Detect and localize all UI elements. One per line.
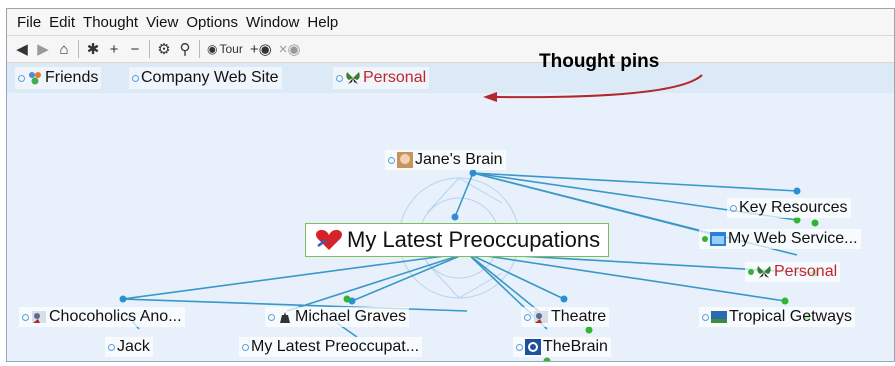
pin-label: Friends xyxy=(45,69,99,86)
thought-pins-callout: Thought pins xyxy=(539,51,660,72)
parent-thought-janes-brain[interactable]: Jane's Brain xyxy=(385,150,506,170)
toolbar-divider xyxy=(149,40,150,58)
butterfly-icon xyxy=(346,72,360,84)
thought-ring-icon xyxy=(268,313,275,321)
people-icon xyxy=(32,311,46,323)
kettle-icon xyxy=(280,312,290,323)
child-thought-michael-graves[interactable]: Michael Graves xyxy=(265,307,410,327)
pin-label: Company Web Site xyxy=(141,69,279,86)
pin-personal[interactable]: Personal xyxy=(333,67,430,89)
thought-label: Theatre xyxy=(551,308,607,325)
back-icon[interactable]: ◀ xyxy=(15,39,29,59)
pin-ring-icon xyxy=(336,74,343,82)
jump-thought-personal[interactable]: Personal xyxy=(745,262,841,282)
toolbar-divider xyxy=(199,40,200,58)
thought-label: Key Resources xyxy=(739,199,848,216)
thought-label: Chocoholics Ano... xyxy=(49,308,182,325)
thought-label: Tropical Getways xyxy=(729,308,852,325)
network-icon[interactable]: ⚙ xyxy=(157,39,171,59)
people-icon xyxy=(534,311,548,323)
thought-dot-icon xyxy=(702,236,708,242)
heart-icon xyxy=(316,229,342,250)
pin-ring-icon xyxy=(18,74,25,82)
child-thought-thebrain[interactable]: TheBrain xyxy=(513,337,611,357)
thought-label: My Web Service... xyxy=(728,230,858,247)
remove-icon[interactable]: − xyxy=(128,39,142,59)
thought-label: My Latest Preoccupat... xyxy=(251,338,420,355)
toolbar-divider xyxy=(78,40,79,58)
menu-bar: File Edit Thought View Options Window He… xyxy=(7,9,894,36)
child-thought-my-latest-preoccupat[interactable]: My Latest Preoccupat... xyxy=(239,337,423,357)
pin-friends[interactable]: Friends xyxy=(15,67,102,89)
jump-thought-my-web-service[interactable]: My Web Service... xyxy=(699,229,861,249)
thought-ring-icon xyxy=(702,313,709,321)
add-icon[interactable]: + xyxy=(107,39,121,59)
photo-icon xyxy=(711,311,727,323)
pins-bar: Friends Company Web Site Personal xyxy=(7,63,894,93)
plex-view: Jane's Brain My Latest Preoccupations Ke… xyxy=(7,93,894,361)
web-icon xyxy=(710,232,726,246)
menu-view[interactable]: View xyxy=(146,14,178,31)
child-thought-theatre[interactable]: Theatre xyxy=(521,307,610,327)
thought-label: TheBrain xyxy=(543,338,608,355)
tour-icon: ◉ xyxy=(207,42,218,56)
thought-dot-icon xyxy=(748,269,754,275)
thought-ring-icon xyxy=(388,156,395,164)
face-photo-icon xyxy=(397,152,413,168)
pin-company-web-site[interactable]: Company Web Site xyxy=(129,67,282,89)
remove-pin-icon[interactable]: ×◉ xyxy=(279,39,301,59)
active-thought[interactable]: My Latest Preoccupations xyxy=(305,223,610,257)
active-thought-label: My Latest Preoccupations xyxy=(347,227,601,252)
forward-icon[interactable]: ▶ xyxy=(36,39,50,59)
search-icon[interactable]: ⚲ xyxy=(178,39,192,59)
jump-thought-key-resources[interactable]: Key Resources xyxy=(727,198,851,218)
pin-label: Personal xyxy=(363,69,427,86)
thought-ring-icon xyxy=(516,343,523,351)
thought-ring-icon xyxy=(524,313,531,321)
butterfly-icon xyxy=(757,266,771,278)
menu-edit[interactable]: Edit xyxy=(49,14,75,31)
child-thought-tropical-getways[interactable]: Tropical Getways xyxy=(699,307,855,327)
brain-logo-icon xyxy=(525,339,541,355)
people-icon xyxy=(29,72,41,85)
home-icon[interactable]: ⌂ xyxy=(57,39,71,59)
new-thought-icon[interactable]: ✱ xyxy=(86,39,100,59)
pin-ring-icon xyxy=(132,74,139,82)
toolbar: ◀ ▶ ⌂ ✱ + − ⚙ ⚲ ◉ Tour +◉ ×◉ xyxy=(7,36,894,63)
menu-window[interactable]: Window xyxy=(246,14,299,31)
thought-label: Jack xyxy=(117,338,150,355)
menu-options[interactable]: Options xyxy=(186,14,238,31)
thought-ring-icon xyxy=(22,313,29,321)
tour-label: Tour xyxy=(219,42,243,56)
thought-label: Jane's Brain xyxy=(415,151,503,168)
menu-file[interactable]: File xyxy=(17,14,41,31)
tour-button[interactable]: ◉ Tour xyxy=(207,39,243,59)
add-pin-icon[interactable]: +◉ xyxy=(250,39,272,59)
menu-thought[interactable]: Thought xyxy=(83,14,138,31)
thought-ring-icon xyxy=(242,343,249,351)
thought-ring-icon xyxy=(730,204,737,212)
thought-label: Personal xyxy=(774,263,838,280)
child-thought-jack[interactable]: Jack xyxy=(105,337,153,357)
thought-label: Michael Graves xyxy=(295,308,407,325)
menu-help[interactable]: Help xyxy=(307,14,338,31)
app-window: File Edit Thought View Options Window He… xyxy=(6,8,895,362)
child-thought-chocoholics[interactable]: Chocoholics Ano... xyxy=(19,307,185,327)
thought-ring-icon xyxy=(108,343,115,351)
